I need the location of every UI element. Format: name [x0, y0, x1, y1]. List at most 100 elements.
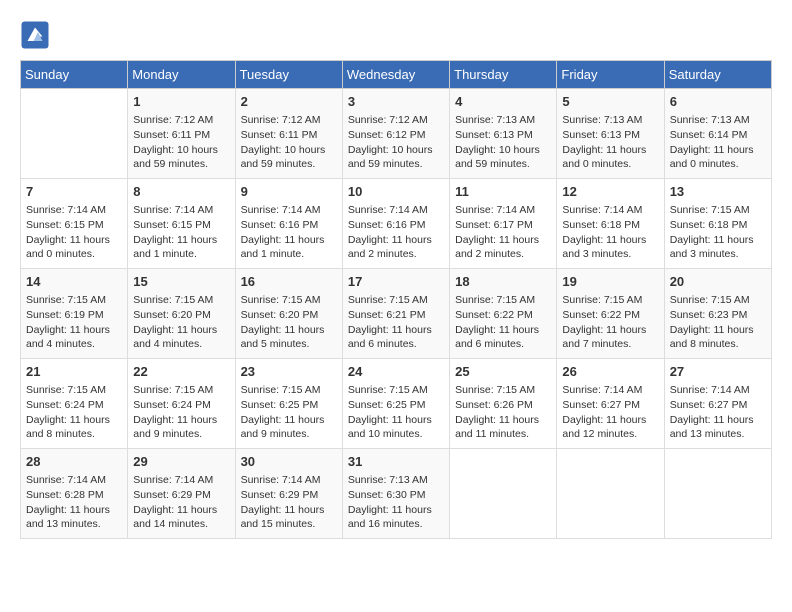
- day-info: Sunrise: 7:13 AM Sunset: 6:14 PM Dayligh…: [670, 113, 766, 172]
- day-number: 22: [133, 363, 229, 381]
- calendar-cell: 12 Sunrise: 7:14 AM Sunset: 6:18 PM Dayli…: [557, 179, 664, 269]
- weekday-header: Sunday: [21, 61, 128, 89]
- day-info: Sunrise: 7:15 AM Sunset: 6:22 PM Dayligh…: [455, 293, 551, 352]
- calendar-cell: [450, 449, 557, 539]
- logo: [20, 20, 52, 50]
- calendar-cell: 11 Sunrise: 7:14 AM Sunset: 6:17 PM Dayli…: [450, 179, 557, 269]
- weekday-header: Saturday: [664, 61, 771, 89]
- day-info: Sunrise: 7:15 AM Sunset: 6:25 PM Dayligh…: [241, 383, 337, 442]
- day-info: Sunrise: 7:14 AM Sunset: 6:29 PM Dayligh…: [241, 473, 337, 532]
- calendar-cell: 5 Sunrise: 7:13 AM Sunset: 6:13 PM Daylig…: [557, 89, 664, 179]
- calendar-cell: 8 Sunrise: 7:14 AM Sunset: 6:15 PM Daylig…: [128, 179, 235, 269]
- calendar-cell: 30 Sunrise: 7:14 AM Sunset: 6:29 PM Dayli…: [235, 449, 342, 539]
- calendar-cell: [557, 449, 664, 539]
- logo-icon: [20, 20, 50, 50]
- calendar-cell: 28 Sunrise: 7:14 AM Sunset: 6:28 PM Dayli…: [21, 449, 128, 539]
- day-info: Sunrise: 7:14 AM Sunset: 6:16 PM Dayligh…: [348, 203, 444, 262]
- calendar-cell: 31 Sunrise: 7:13 AM Sunset: 6:30 PM Dayli…: [342, 449, 449, 539]
- day-number: 30: [241, 453, 337, 471]
- calendar-cell: [21, 89, 128, 179]
- calendar-cell: 7 Sunrise: 7:14 AM Sunset: 6:15 PM Daylig…: [21, 179, 128, 269]
- weekday-header: Thursday: [450, 61, 557, 89]
- calendar-cell: 6 Sunrise: 7:13 AM Sunset: 6:14 PM Daylig…: [664, 89, 771, 179]
- day-number: 20: [670, 273, 766, 291]
- day-info: Sunrise: 7:14 AM Sunset: 6:18 PM Dayligh…: [562, 203, 658, 262]
- calendar-table: SundayMondayTuesdayWednesdayThursdayFrid…: [20, 60, 772, 539]
- calendar-cell: 15Sunrise: 7:15 AM Sunset: 6:20 PM Dayli…: [128, 269, 235, 359]
- weekday-header: Monday: [128, 61, 235, 89]
- day-number: 4: [455, 93, 551, 111]
- day-number: 17: [348, 273, 444, 291]
- day-info: Sunrise: 7:12 AM Sunset: 6:11 PM Dayligh…: [241, 113, 337, 172]
- day-info: Sunrise: 7:15 AM Sunset: 6:20 PM Dayligh…: [133, 293, 229, 352]
- day-number: 8: [133, 183, 229, 201]
- day-number: 7: [26, 183, 122, 201]
- day-info: Sunrise: 7:15 AM Sunset: 6:24 PM Dayligh…: [133, 383, 229, 442]
- day-info: Sunrise: 7:12 AM Sunset: 6:12 PM Dayligh…: [348, 113, 444, 172]
- day-number: 28: [26, 453, 122, 471]
- day-number: 3: [348, 93, 444, 111]
- day-number: 24: [348, 363, 444, 381]
- day-info: Sunrise: 7:15 AM Sunset: 6:21 PM Dayligh…: [348, 293, 444, 352]
- day-number: 10: [348, 183, 444, 201]
- calendar-cell: [664, 449, 771, 539]
- weekday-header: Tuesday: [235, 61, 342, 89]
- page-header: [20, 20, 772, 50]
- day-info: Sunrise: 7:14 AM Sunset: 6:15 PM Dayligh…: [26, 203, 122, 262]
- calendar-cell: 13 Sunrise: 7:15 AM Sunset: 6:18 PM Dayli…: [664, 179, 771, 269]
- calendar-cell: 20 Sunrise: 7:15 AM Sunset: 6:23 PM Dayli…: [664, 269, 771, 359]
- calendar-cell: 21 Sunrise: 7:15 AM Sunset: 6:24 PM Dayli…: [21, 359, 128, 449]
- day-number: 5: [562, 93, 658, 111]
- weekday-header: Friday: [557, 61, 664, 89]
- day-number: 29: [133, 453, 229, 471]
- calendar-cell: 4 Sunrise: 7:13 AM Sunset: 6:13 PM Daylig…: [450, 89, 557, 179]
- day-number: 27: [670, 363, 766, 381]
- calendar-cell: 23Sunrise: 7:15 AM Sunset: 6:25 PM Dayli…: [235, 359, 342, 449]
- day-info: Sunrise: 7:14 AM Sunset: 6:29 PM Dayligh…: [133, 473, 229, 532]
- calendar-cell: 1Sunrise: 7:12 AM Sunset: 6:11 PM Daylig…: [128, 89, 235, 179]
- calendar-cell: 10 Sunrise: 7:14 AM Sunset: 6:16 PM Dayli…: [342, 179, 449, 269]
- day-info: Sunrise: 7:14 AM Sunset: 6:16 PM Dayligh…: [241, 203, 337, 262]
- day-number: 1: [133, 93, 229, 111]
- weekday-header: Wednesday: [342, 61, 449, 89]
- calendar-cell: 29 Sunrise: 7:14 AM Sunset: 6:29 PM Dayli…: [128, 449, 235, 539]
- day-info: Sunrise: 7:15 AM Sunset: 6:19 PM Dayligh…: [26, 293, 122, 352]
- day-number: 31: [348, 453, 444, 471]
- day-info: Sunrise: 7:15 AM Sunset: 6:18 PM Dayligh…: [670, 203, 766, 262]
- day-number: 2: [241, 93, 337, 111]
- calendar-cell: 18 Sunrise: 7:15 AM Sunset: 6:22 PM Dayli…: [450, 269, 557, 359]
- day-number: 16: [241, 273, 337, 291]
- calendar-cell: 27 Sunrise: 7:14 AM Sunset: 6:27 PM Dayli…: [664, 359, 771, 449]
- day-number: 19: [562, 273, 658, 291]
- day-number: 21: [26, 363, 122, 381]
- calendar-cell: 26 Sunrise: 7:14 AM Sunset: 6:27 PM Dayli…: [557, 359, 664, 449]
- day-number: 9: [241, 183, 337, 201]
- day-info: Sunrise: 7:13 AM Sunset: 6:13 PM Dayligh…: [455, 113, 551, 172]
- calendar-cell: 14 Sunrise: 7:15 AM Sunset: 6:19 PM Dayli…: [21, 269, 128, 359]
- day-info: Sunrise: 7:14 AM Sunset: 6:28 PM Dayligh…: [26, 473, 122, 532]
- day-number: 6: [670, 93, 766, 111]
- day-info: Sunrise: 7:14 AM Sunset: 6:15 PM Dayligh…: [133, 203, 229, 262]
- calendar-cell: 9 Sunrise: 7:14 AM Sunset: 6:16 PM Daylig…: [235, 179, 342, 269]
- day-number: 12: [562, 183, 658, 201]
- day-number: 18: [455, 273, 551, 291]
- day-info: Sunrise: 7:15 AM Sunset: 6:24 PM Dayligh…: [26, 383, 122, 442]
- day-info: Sunrise: 7:15 AM Sunset: 6:26 PM Dayligh…: [455, 383, 551, 442]
- day-info: Sunrise: 7:15 AM Sunset: 6:20 PM Dayligh…: [241, 293, 337, 352]
- calendar-body: 1 Sunrise: 7:12 AM Sunset: 6:11 PM Daylig…: [21, 89, 772, 539]
- day-info: Sunrise: 7:14 AM Sunset: 6:27 PM Dayligh…: [670, 383, 766, 442]
- day-number: 14: [26, 273, 122, 291]
- day-info: Sunrise: 7:15 AM Sunset: 6:25 PM Dayligh…: [348, 383, 444, 442]
- day-number: 13: [670, 183, 766, 201]
- day-info: Sunrise: 7:13 AM Sunset: 6:13 PM Dayligh…: [562, 113, 658, 172]
- day-info: Sunrise: 7:14 AM Sunset: 6:17 PM Dayligh…: [455, 203, 551, 262]
- calendar-header: SundayMondayTuesdayWednesdayThursdayFrid…: [21, 61, 772, 89]
- day-info: Sunrise: 7:14 AM Sunset: 6:27 PM Dayligh…: [562, 383, 658, 442]
- day-info: Sunrise: 7:15 AM Sunset: 6:23 PM Dayligh…: [670, 293, 766, 352]
- day-info: Sunrise: 7:15 AM Sunset: 6:22 PM Dayligh…: [562, 293, 658, 352]
- calendar-cell: 22 Sunrise: 7:15 AM Sunset: 6:24 PM Dayli…: [128, 359, 235, 449]
- day-number: 26: [562, 363, 658, 381]
- day-number: 11: [455, 183, 551, 201]
- day-info: Sunrise: 7:13 AM Sunset: 6:30 PM Dayligh…: [348, 473, 444, 532]
- calendar-cell: 25Sunrise: 7:15 AM Sunset: 6:26 PM Dayli…: [450, 359, 557, 449]
